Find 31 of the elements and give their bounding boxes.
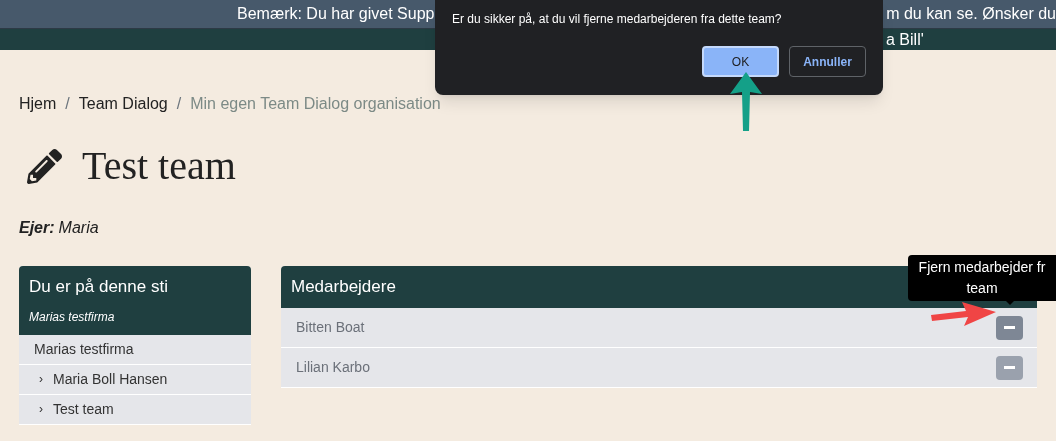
arrow-drawing [728,70,764,134]
card-title: Medarbejdere [291,276,396,299]
path-item[interactable]: › Test team [19,394,251,425]
owner-label: Ejer: [19,218,55,238]
member-name: Lilian Karbo [296,358,370,377]
card-title: Du er på denne sti [29,276,169,298]
path-item[interactable]: › Maria Boll Hansen [19,364,251,395]
breadcrumb-link[interactable]: Hjem [19,92,57,116]
remove-button[interactable] [996,355,1023,380]
breadcrumb-link[interactable]: Team Dialog [78,92,168,116]
chevron-icon: › [39,370,43,388]
member-name: Bitten Boat [296,318,365,337]
banner-text: Bemærk: Du har givet Supp [237,4,435,24]
minus-icon [1004,326,1015,329]
tooltip-text: team [965,279,999,298]
card-subtitle: Marias testfirma [29,308,116,326]
dialog-message: Er du sikker på, at du vil fjerne medarbejderen fra dette team? [452,11,783,28]
banner-text: a Bill' [886,29,924,50]
minus-icon [1004,366,1015,369]
path-item[interactable]: Marias testfirma [19,334,251,365]
pencil-icon [27,148,62,184]
dialog-button[interactable]: Annuller [789,46,866,77]
breadcrumb-separator: / [64,94,71,114]
remove-button[interactable] [996,315,1023,340]
banner-text: m du kan se. Ønsker du [886,4,1056,24]
owner-value: Maria [58,218,99,238]
dialog-button[interactable]: OK [702,46,779,77]
chevron-icon: › [39,400,43,418]
page-title: Test team [82,146,236,186]
breadcrumb-separator: / [175,94,183,114]
tooltip-text: Fjern medarbejder fr [917,258,1047,277]
